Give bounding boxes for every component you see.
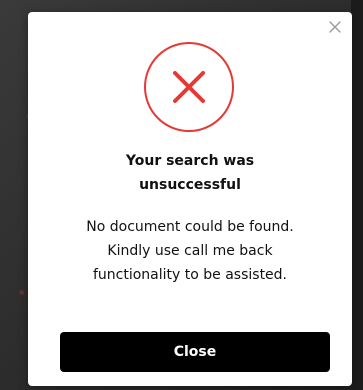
close-x-icon bbox=[329, 21, 341, 33]
dialog-title-line: Your search was bbox=[125, 153, 255, 169]
dialog-message-line: Kindly use call me back bbox=[107, 243, 273, 259]
dialog-message-line: functionality to be assisted. bbox=[92, 267, 288, 283]
close-button[interactable]: Close bbox=[60, 332, 330, 372]
dialog-close-icon-button[interactable] bbox=[326, 18, 344, 36]
backdrop-edge bbox=[351, 0, 363, 390]
error-dialog: Your search was unsuccessful No document… bbox=[28, 12, 352, 386]
dialog-title-line: unsuccessful bbox=[139, 177, 241, 193]
error-status-circle bbox=[144, 42, 234, 132]
dialog-title: Your search was unsuccessful bbox=[28, 149, 352, 197]
error-x-icon bbox=[173, 71, 205, 103]
dialog-message: No document could be found. Kindly use c… bbox=[42, 215, 338, 287]
dialog-message-line: No document could be found. bbox=[86, 219, 294, 235]
